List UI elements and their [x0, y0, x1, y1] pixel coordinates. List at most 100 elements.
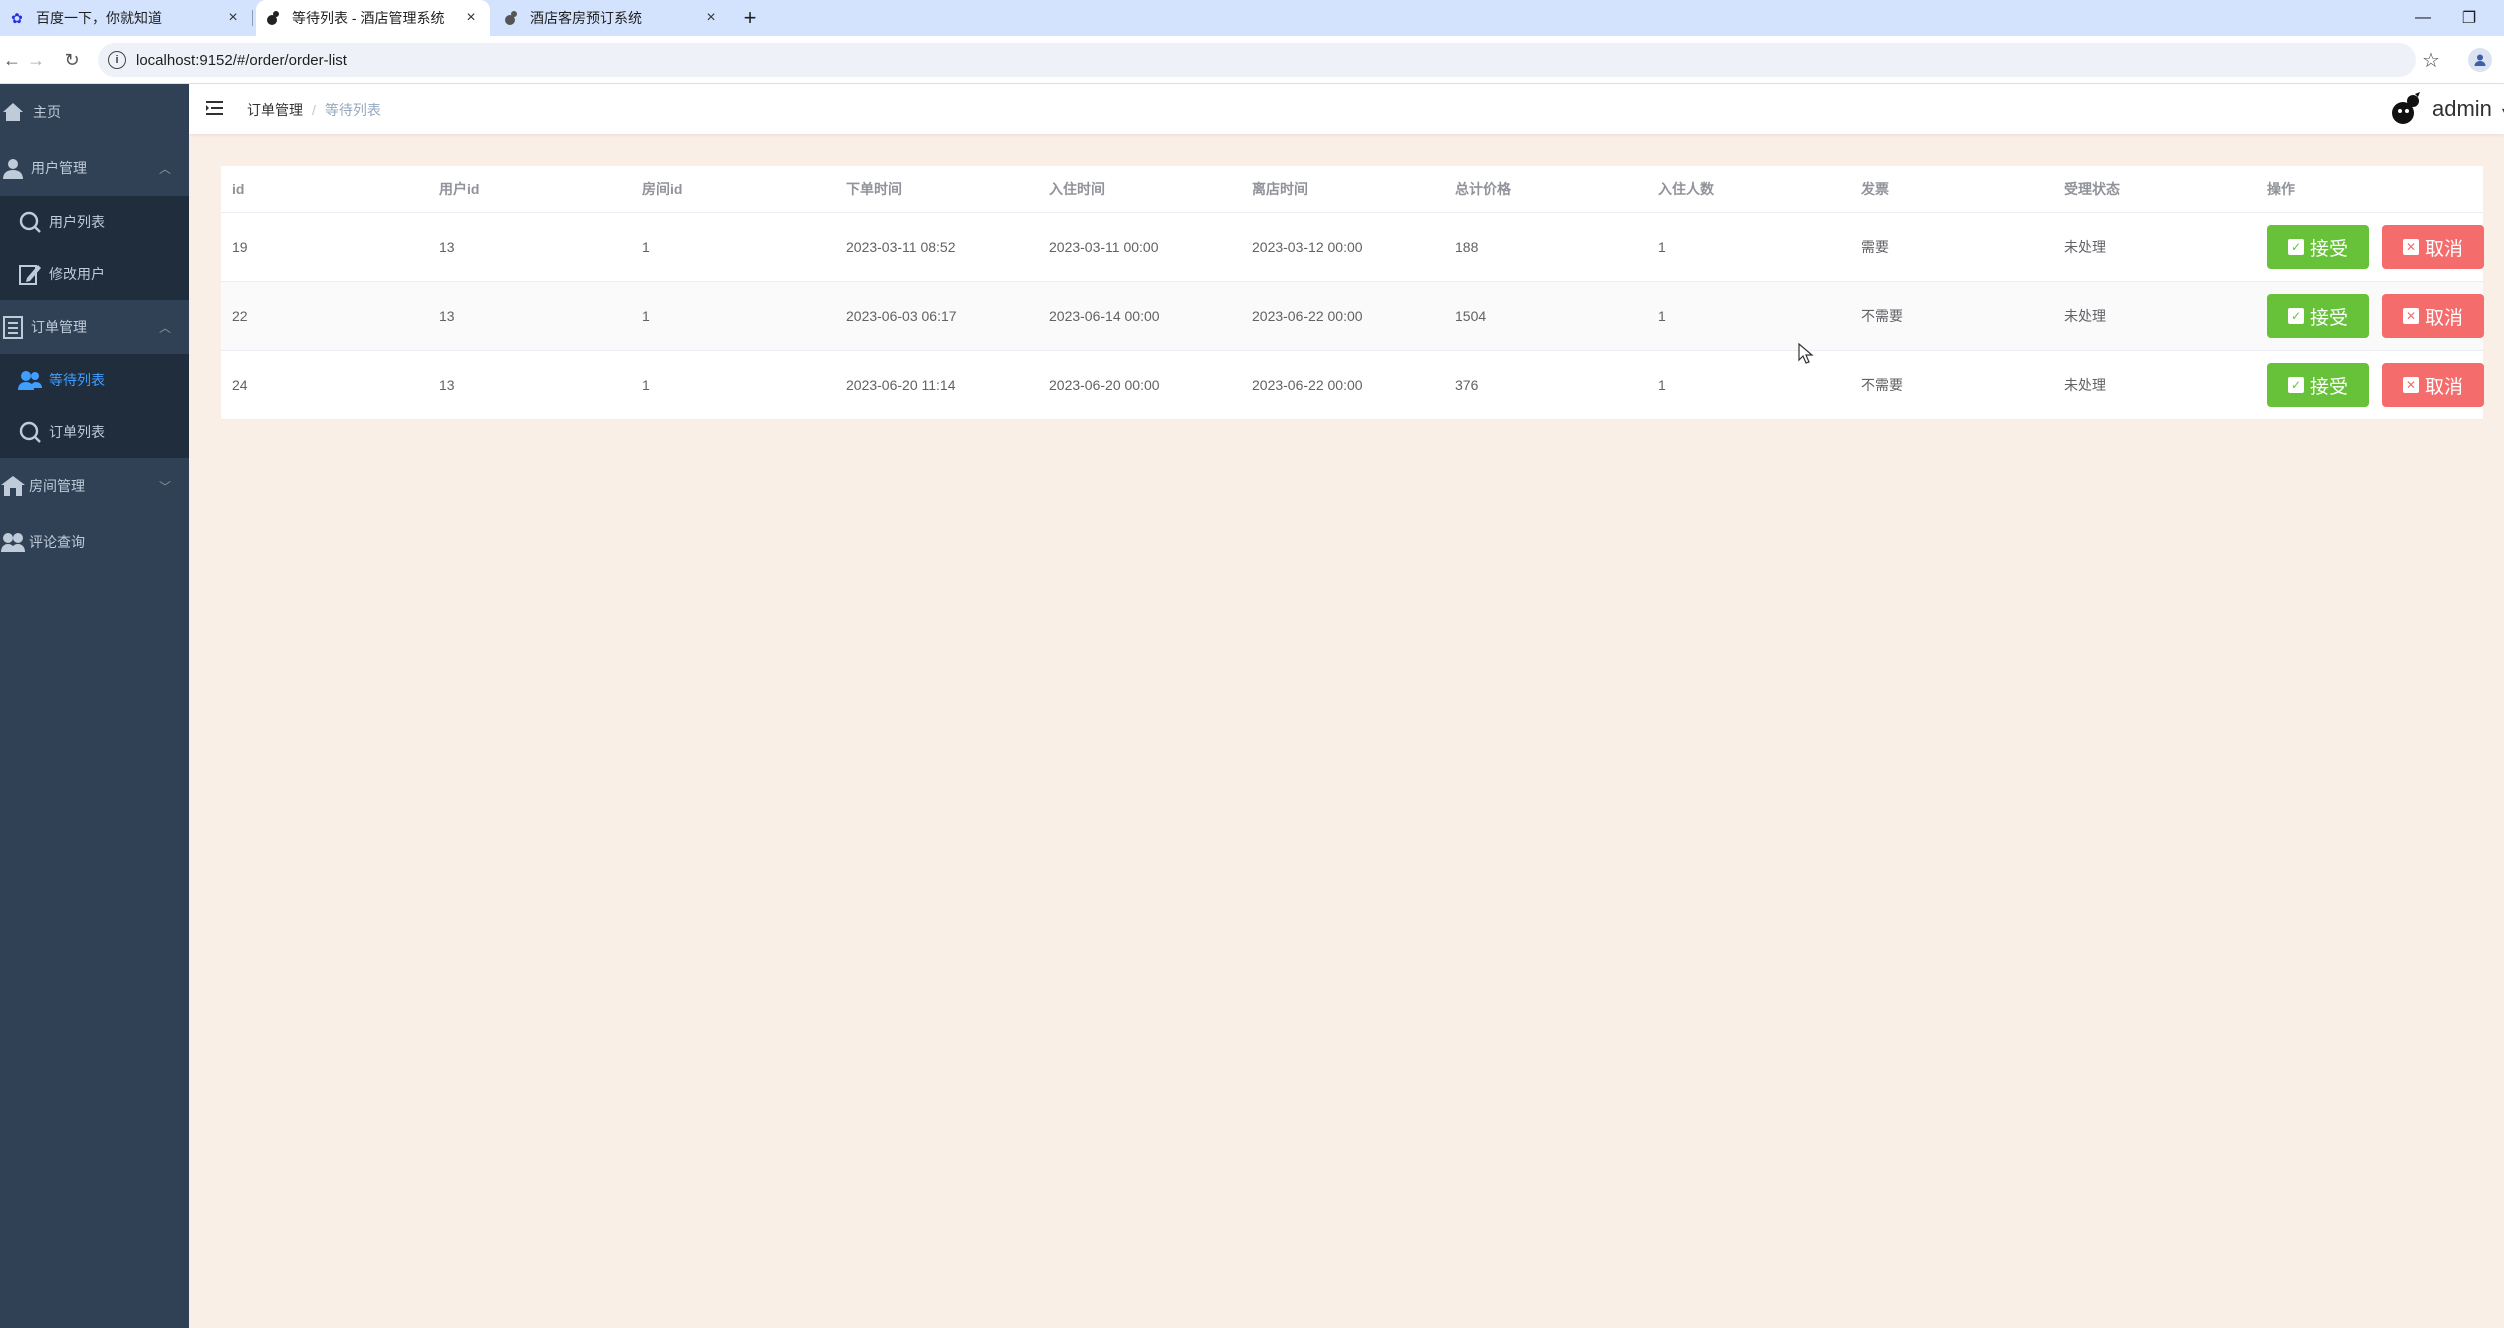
chevron-up-icon: ︿ [158, 161, 171, 176]
home-icon [0, 99, 26, 125]
browser-tab-bar: ✿ 百度一下，你就知道 × 等待列表 - 酒店管理系统 × 酒店客房预订系统 ×… [0, 0, 2504, 36]
close-icon[interactable]: × [462, 9, 480, 27]
new-tab-icon[interactable]: + [736, 4, 764, 32]
cancel-button[interactable]: ✕ 取消 [2382, 225, 2484, 269]
search-icon [17, 209, 43, 235]
check-square-icon: ✓ [2287, 377, 2304, 393]
table-row: 24 13 1 2023-06-20 11:14 2023-06-20 00:0… [221, 351, 2484, 420]
forward-icon[interactable]: → [24, 48, 48, 72]
column-header: 入住人数 [1658, 181, 1714, 197]
cell-id: 19 [232, 239, 248, 255]
browser-tab-booking[interactable]: 酒店客房预订系统 × [494, 0, 730, 36]
restore-icon[interactable]: ❐ [2456, 6, 2482, 30]
column-header: 操作 [2267, 181, 2295, 197]
sidebar-item-label: 订单列表 [49, 424, 105, 440]
waitlist-table: id 用户id 房间id 下单时间 入住时间 离店时间 总计价格 入住人数 发票… [221, 166, 2484, 420]
cell-room-id: 1 [642, 377, 650, 393]
accept-button[interactable]: ✓ 接受 [2267, 294, 2369, 338]
cancel-button[interactable]: ✕ 取消 [2382, 294, 2484, 338]
sidebar-item-label: 评论查询 [29, 534, 85, 550]
search-icon [17, 419, 43, 445]
sidebar-item-order-list[interactable]: 订单列表 [0, 406, 189, 458]
tab-title: 等待列表 - 酒店管理系统 [292, 10, 445, 26]
cell-price: 376 [1455, 377, 1479, 393]
peoples-icon [17, 367, 43, 393]
accept-button[interactable]: ✓ 接受 [2267, 363, 2369, 407]
cell-checkin: 2023-06-20 00:00 [1049, 377, 1160, 393]
back-icon[interactable]: ← [0, 48, 24, 72]
column-header: 总计价格 [1455, 181, 1511, 197]
sidebar-item-comments[interactable]: 评论查询 [0, 514, 189, 570]
cell-guests: 1 [1658, 239, 1666, 255]
browser-tab-baidu[interactable]: ✿ 百度一下，你就知道 × [0, 0, 252, 36]
cell-status: 未处理 [2064, 308, 2106, 324]
username[interactable]: admin ▾ [2432, 96, 2504, 122]
column-header: 用户id [439, 181, 480, 197]
sidebar-item-user-management[interactable]: 用户管理 ︿ [0, 140, 189, 196]
info-icon[interactable]: i [108, 51, 126, 69]
column-header: 下单时间 [846, 181, 902, 197]
browser-address-bar: ← → ↻ i localhost:9152/#/order/order-lis… [0, 36, 2504, 84]
url-text: localhost:9152/#/order/order-list [136, 51, 347, 69]
cell-id: 24 [232, 377, 248, 393]
cell-order-time: 2023-06-03 06:17 [846, 308, 957, 324]
sidebar-item-label: 房间管理 [29, 478, 85, 494]
sidebar-item-user-list[interactable]: 用户列表 [0, 196, 189, 248]
profile-icon[interactable] [2468, 48, 2492, 72]
breadcrumb-item[interactable]: 订单管理 [247, 100, 303, 120]
table-row: 19 13 1 2023-03-11 08:52 2023-03-11 00:0… [221, 213, 2484, 282]
reload-icon[interactable]: ↻ [60, 48, 84, 72]
tab-title: 百度一下，你就知道 [36, 10, 162, 26]
delete-icon: ✕ [2402, 308, 2419, 324]
sidebar-item-home[interactable]: 主页 [0, 84, 189, 140]
sidebar-item-edit-user[interactable]: 修改用户 [0, 248, 189, 300]
cell-user-id: 13 [439, 239, 455, 255]
cell-invoice: 不需要 [1861, 308, 1903, 324]
cell-status: 未处理 [2064, 377, 2106, 393]
delete-icon: ✕ [2402, 239, 2419, 255]
cell-room-id: 1 [642, 308, 650, 324]
sidebar-item-waitlist[interactable]: 等待列表 [0, 354, 189, 406]
close-icon[interactable]: × [224, 9, 242, 27]
sidebar-item-label: 用户列表 [49, 214, 105, 230]
column-header: 受理状态 [2064, 181, 2120, 197]
cell-checkout: 2023-03-12 00:00 [1252, 239, 1363, 255]
column-header: 离店时间 [1252, 181, 1308, 197]
column-header: 发票 [1861, 181, 1889, 197]
cell-invoice: 需要 [1861, 239, 1889, 255]
column-header: 入住时间 [1049, 181, 1105, 197]
sidebar-item-order-management[interactable]: 订单管理 ︿ [0, 300, 189, 354]
cell-invoice: 不需要 [1861, 377, 1903, 393]
chevron-up-icon: ︿ [158, 320, 171, 335]
sidebar-item-room-management[interactable]: 房间管理 ﹀ [0, 458, 189, 514]
url-input[interactable]: i localhost:9152/#/order/order-list [98, 43, 2416, 77]
list-icon [0, 314, 26, 340]
cell-order-time: 2023-06-20 11:14 [846, 377, 956, 393]
delete-icon: ✕ [2402, 377, 2419, 393]
accept-button[interactable]: ✓ 接受 [2267, 225, 2369, 269]
chevron-down-icon: ﹀ [158, 479, 171, 494]
check-square-icon: ✓ [2287, 239, 2304, 255]
check-square-icon: ✓ [2287, 308, 2304, 324]
sidebar: 主页 用户管理 ︿ 用户列表 修改用户 订单管理 ︿ 等待列表 订单列表 房间管… [0, 84, 189, 1328]
sidebar-item-label: 修改用户 [49, 266, 105, 282]
bookmark-star-icon[interactable]: ☆ [2418, 47, 2444, 73]
hamburger-icon[interactable] [205, 98, 225, 118]
mouse-cursor-icon [1798, 342, 1814, 365]
minimize-icon[interactable]: — [2410, 6, 2436, 30]
cancel-button[interactable]: ✕ 取消 [2382, 363, 2484, 407]
edit-icon [17, 261, 43, 287]
cell-id: 22 [232, 308, 248, 324]
cell-price: 188 [1455, 239, 1479, 255]
sidebar-item-label: 等待列表 [49, 372, 105, 388]
bird-logo-icon [502, 9, 520, 27]
cell-guests: 1 [1658, 308, 1666, 324]
user-icon [0, 155, 26, 181]
bird-logo-icon [264, 9, 282, 27]
avatar[interactable] [2389, 92, 2423, 126]
close-icon[interactable]: × [702, 9, 720, 27]
cell-status: 未处理 [2064, 239, 2106, 255]
tab-title: 酒店客房预订系统 [530, 10, 642, 26]
cell-room-id: 1 [642, 239, 650, 255]
browser-tab-waitlist[interactable]: 等待列表 - 酒店管理系统 × [256, 0, 490, 36]
